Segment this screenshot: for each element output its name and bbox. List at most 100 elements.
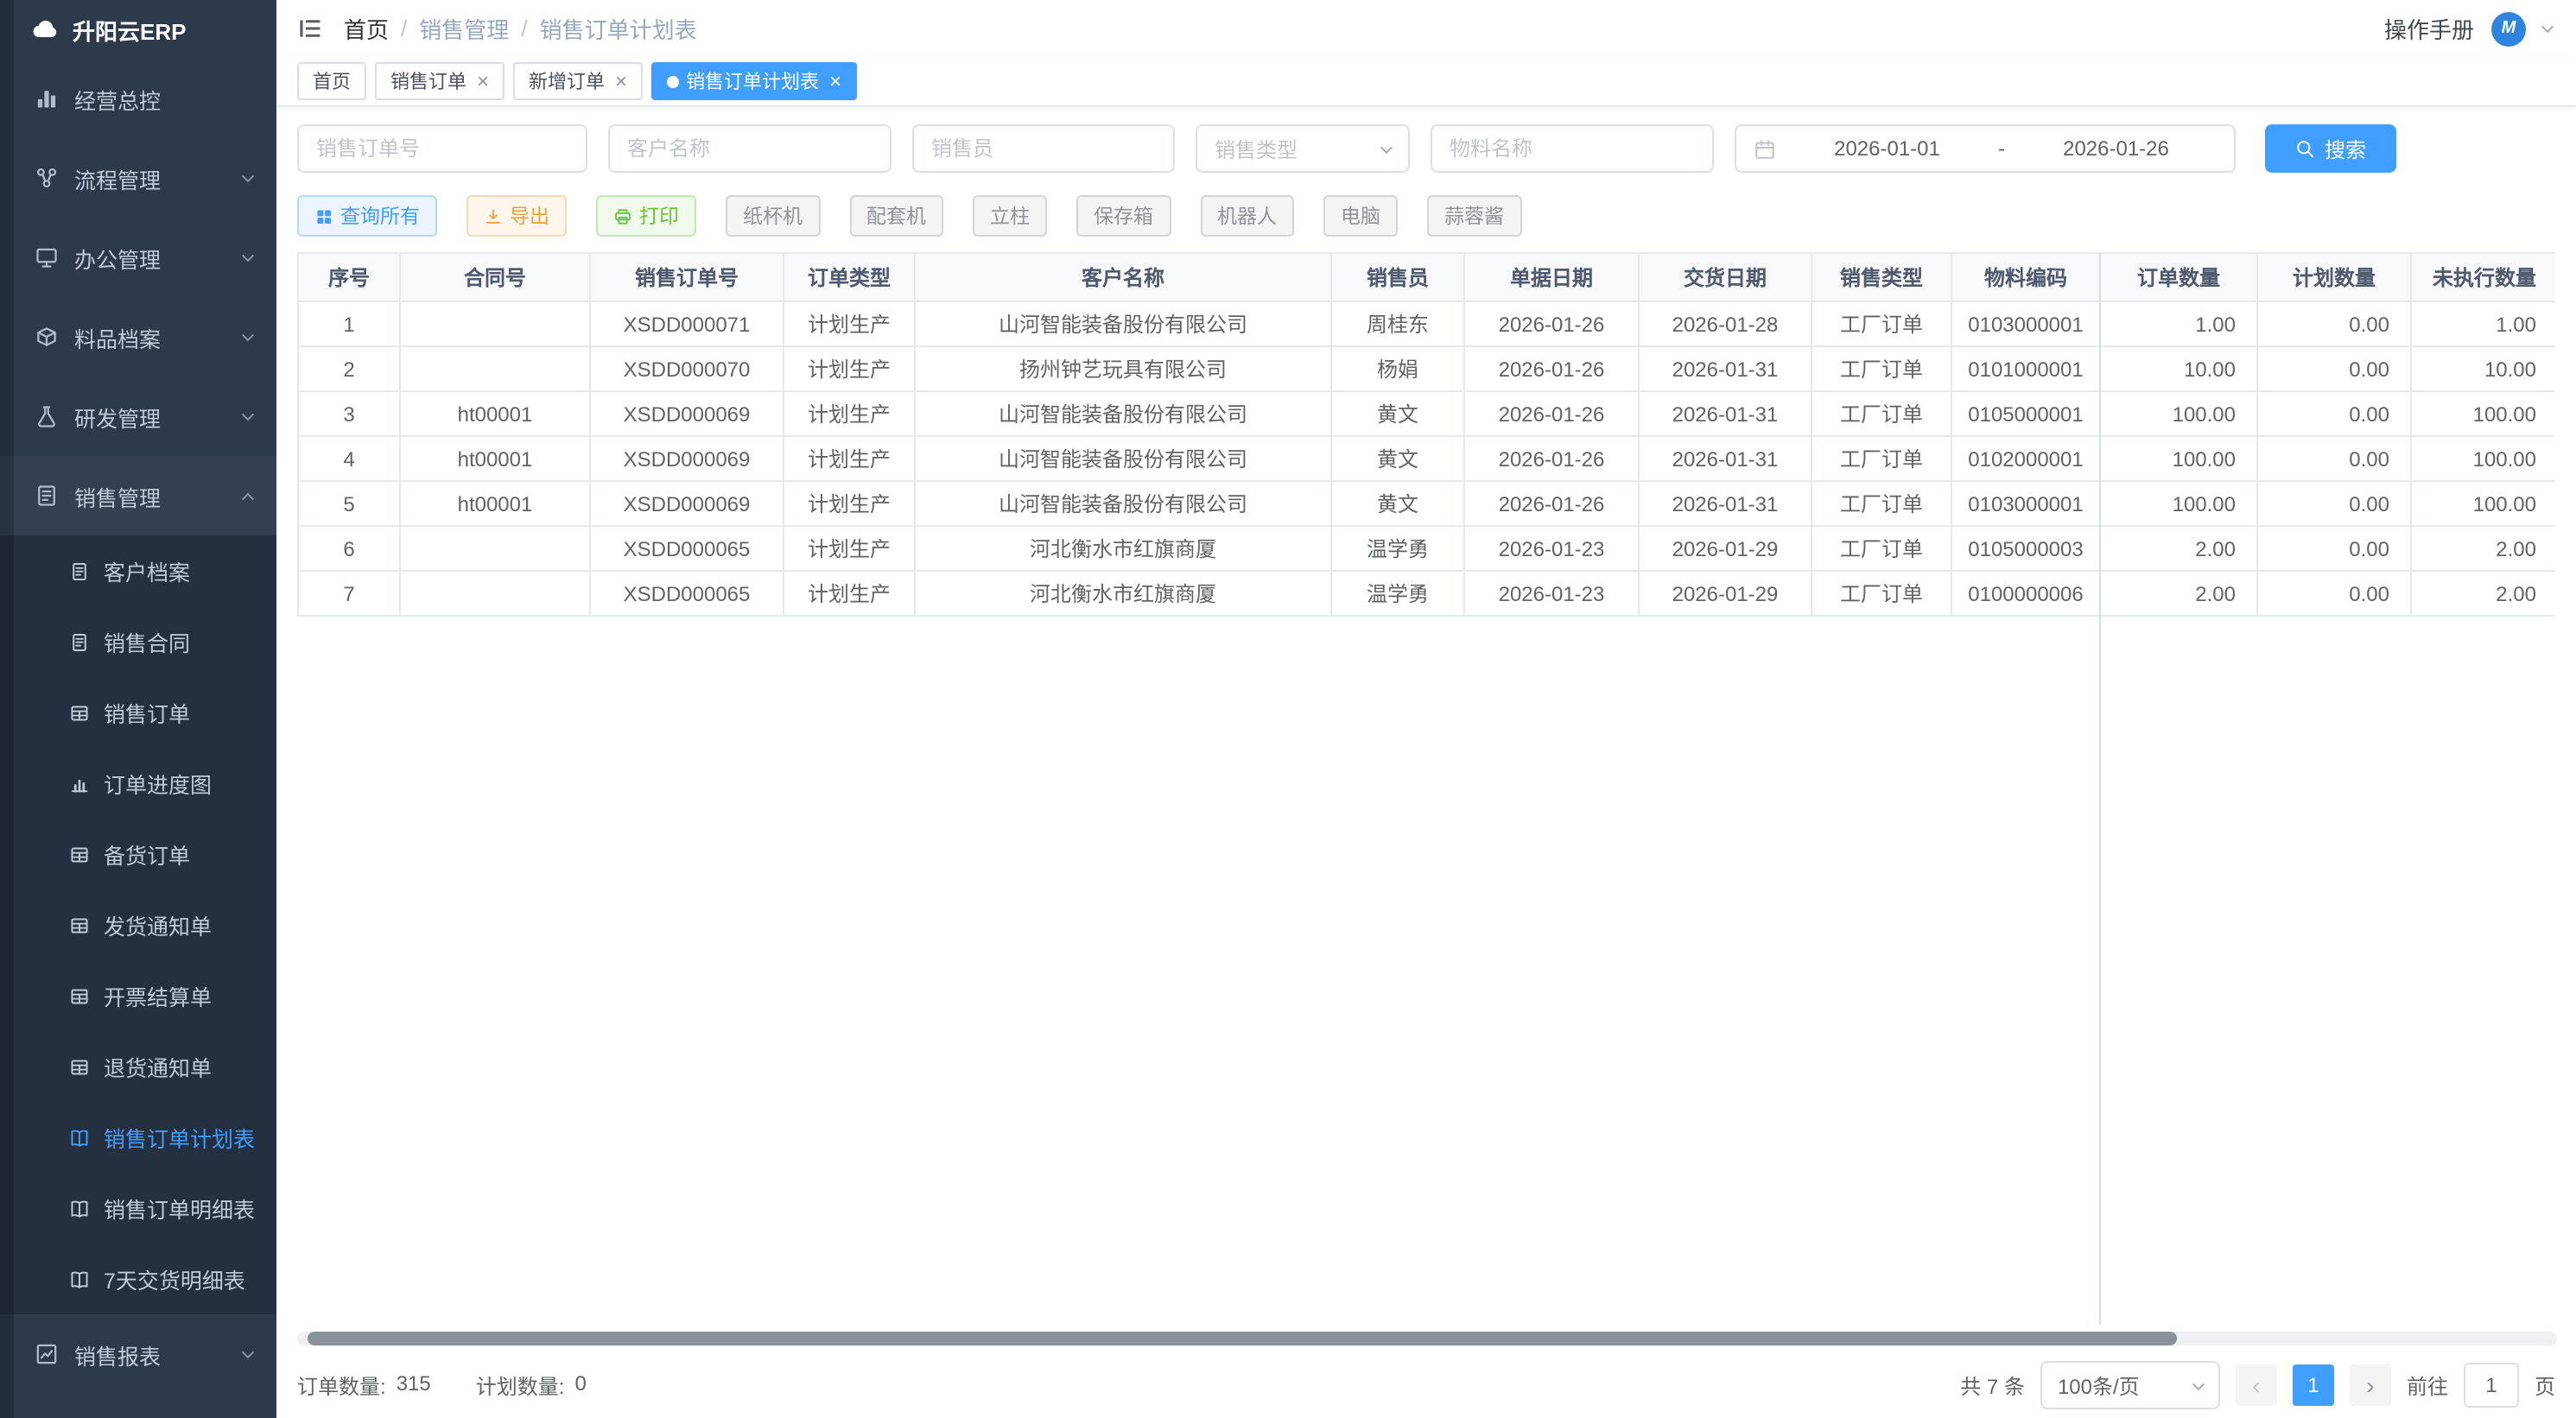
summary-label: 计划数量: <box>476 1371 565 1400</box>
erp-window: 升阳云ERP 经营总控流程管理办公管理料品档案研发管理销售管理客户档案销售合同销… <box>0 0 2576 1418</box>
sidebar-subitem-label: 销售合同 <box>104 625 190 658</box>
close-tab-icon[interactable]: × <box>477 71 489 92</box>
column-header-合同号[interactable]: 合同号 <box>400 253 590 301</box>
export-button[interactable]: 导出 <box>466 195 567 237</box>
manual-link[interactable]: 操作手册 <box>2384 12 2474 45</box>
column-header-订单类型[interactable]: 订单类型 <box>784 253 915 301</box>
search-button-label: 搜索 <box>2325 134 2366 163</box>
search-button[interactable]: 搜索 <box>2265 124 2396 173</box>
table-cell: 0103000001 <box>1951 301 2100 346</box>
breadcrumb-item[interactable]: 首页 <box>344 12 389 45</box>
sidebar-subitem-发货通知单[interactable]: 发货通知单 <box>0 889 276 960</box>
sidebar-subitem-7天交货明细表[interactable]: 7天交货明细表 <box>0 1244 276 1314</box>
close-tab-icon[interactable]: × <box>615 71 627 92</box>
table-cell: 计划生产 <box>784 526 915 571</box>
table-cell: 周桂东 <box>1331 301 1464 346</box>
column-header-订单数量[interactable]: 订单数量 <box>2100 253 2257 301</box>
column-header-销售员[interactable]: 销售员 <box>1331 253 1464 301</box>
prev-page-button[interactable]: ‹ <box>2236 1364 2277 1406</box>
quick-filter-电脑[interactable]: 电脑 <box>1323 195 1398 237</box>
quick-filter-蒜蓉酱[interactable]: 蒜蓉酱 <box>1427 195 1521 237</box>
sidebar-subitem-销售合同[interactable]: 销售合同 <box>0 606 276 677</box>
sidebar-subitem-订单进度图[interactable]: 订单进度图 <box>0 748 276 819</box>
column-header-物料编码[interactable]: 物料编码 <box>1951 253 2100 301</box>
sidebar-subitem-销售订单[interactable]: 销售订单 <box>0 677 276 748</box>
date-end[interactable]: 2026-01-26 <box>2015 136 2217 161</box>
sidebar-submenu: 客户档案销售合同销售订单订单进度图备货订单发货通知单开票结算单退货通知单销售订单… <box>0 535 276 1314</box>
sales-type-select[interactable]: 销售类型 <box>1196 124 1410 173</box>
table-cell: 2026-01-26 <box>1464 301 1639 346</box>
tab-销售订单计划表[interactable]: 销售订单计划表× <box>651 62 857 100</box>
date-range-picker[interactable]: 2026-01-01 - 2026-01-26 <box>1735 124 2236 173</box>
table-row[interactable]: 4ht00001XSDD000069计划生产山河智能装备股份有限公司黄文2026… <box>298 436 2555 481</box>
horizontal-scrollbar[interactable] <box>297 1332 2557 1345</box>
table-cell: 1.00 <box>2411 301 2555 346</box>
sidebar-subitem-销售订单明细表[interactable]: 销售订单明细表 <box>0 1173 276 1244</box>
customer-input[interactable] <box>608 124 891 173</box>
table-row[interactable]: 1XSDD000071计划生产山河智能装备股份有限公司周桂东2026-01-26… <box>298 301 2555 346</box>
chevron-down-icon <box>242 169 254 181</box>
print-button[interactable]: 打印 <box>596 195 696 237</box>
date-start[interactable]: 2026-01-01 <box>1786 136 1988 161</box>
column-header-销售订单号[interactable]: 销售订单号 <box>590 253 784 301</box>
table-row[interactable]: 5ht00001XSDD000069计划生产山河智能装备股份有限公司黄文2026… <box>298 481 2555 526</box>
next-page-button[interactable]: › <box>2350 1364 2391 1406</box>
column-header-未执行数量[interactable]: 未执行数量 <box>2411 253 2555 301</box>
column-header-单据日期[interactable]: 单据日期 <box>1464 253 1639 301</box>
sidebar-item-料品档案[interactable]: 料品档案 <box>0 297 276 377</box>
sidebar-subitem-备货订单[interactable]: 备货订单 <box>0 819 276 889</box>
chevron-down-icon[interactable] <box>2541 21 2554 33</box>
table-row[interactable]: 6XSDD000065计划生产河北衡水市红旗商厦温学勇2026-01-23202… <box>298 526 2555 571</box>
goto-page-input[interactable] <box>2464 1363 2519 1408</box>
sidebar-item-label: 流程管理 <box>74 161 161 194</box>
sidebar-item-流程管理[interactable]: 流程管理 <box>0 138 276 218</box>
sidebar-subitem-开票结算单[interactable]: 开票结算单 <box>0 960 276 1031</box>
table-cell: 工厂订单 <box>1811 436 1951 481</box>
close-tab-icon[interactable]: × <box>829 71 841 92</box>
order-no-input[interactable] <box>297 124 587 173</box>
table-cell: ht00001 <box>400 481 590 526</box>
tab-首页[interactable]: 首页 <box>297 62 366 100</box>
breadcrumb-item[interactable]: 销售订单计划表 <box>540 12 697 45</box>
sidebar-item-销售管理[interactable]: 销售管理 <box>0 456 276 535</box>
column-header-计划数量[interactable]: 计划数量 <box>2257 253 2411 301</box>
table-row[interactable]: 2XSDD000070计划生产扬州钟艺玩具有限公司杨娟2026-01-26202… <box>298 346 2555 391</box>
query-all-button[interactable]: 查询所有 <box>297 195 437 237</box>
table-cell: 10.00 <box>2100 346 2257 391</box>
quick-filter-立柱[interactable]: 立柱 <box>973 195 1047 237</box>
column-header-交货日期[interactable]: 交货日期 <box>1639 253 1811 301</box>
column-header-客户名称[interactable]: 客户名称 <box>915 253 1331 301</box>
scrollbar-thumb[interactable] <box>308 1332 2177 1345</box>
sidebar-item-销售报表[interactable]: 销售报表 <box>0 1314 276 1394</box>
table-row[interactable]: 7XSDD000065计划生产河北衡水市红旗商厦温学勇2026-01-23202… <box>298 571 2555 616</box>
avatar[interactable]: M <box>2491 11 2526 46</box>
tab-新增订单[interactable]: 新增订单 × <box>513 62 643 100</box>
salesman-input[interactable] <box>912 124 1175 173</box>
sidebar-subitem-客户档案[interactable]: 客户档案 <box>0 535 276 606</box>
tab-销售订单[interactable]: 销售订单× <box>375 62 504 100</box>
app-logo[interactable]: 升阳云ERP <box>0 0 276 59</box>
quick-filter-纸杯机[interactable]: 纸杯机 <box>726 195 820 237</box>
current-page[interactable]: 1 <box>2293 1364 2334 1406</box>
sidebar-item-经营总控[interactable]: 经营总控 <box>0 59 276 138</box>
sidebar-item-办公管理[interactable]: 办公管理 <box>0 218 276 297</box>
sidebar-subitem-退货通知单[interactable]: 退货通知单 <box>0 1031 276 1102</box>
column-header-序号[interactable]: 序号 <box>298 253 400 301</box>
quick-filter-配套机[interactable]: 配套机 <box>849 195 943 237</box>
table-cell: 2.00 <box>2100 526 2257 571</box>
table-cell: 2026-01-31 <box>1639 481 1811 526</box>
page-size-select[interactable]: 100条/页 <box>2040 1361 2220 1409</box>
table-row[interactable]: 3ht00001XSDD000069计划生产山河智能装备股份有限公司黄文2026… <box>298 391 2555 436</box>
column-header-销售类型[interactable]: 销售类型 <box>1811 253 1951 301</box>
material-input[interactable] <box>1431 124 1714 173</box>
tab-label: 新增订单 <box>529 67 605 95</box>
table-cell: XSDD000069 <box>590 436 784 481</box>
quick-filter-机器人[interactable]: 机器人 <box>1200 195 1294 237</box>
sidebar-item-研发管理[interactable]: 研发管理 <box>0 377 276 456</box>
quick-filter-保存箱[interactable]: 保存箱 <box>1076 195 1171 237</box>
breadcrumb-item[interactable]: 销售管理 <box>419 12 509 45</box>
sidebar-item-label: 研发管理 <box>74 400 161 433</box>
sidebar-subitem-销售订单计划表[interactable]: 销售订单计划表 <box>0 1102 276 1173</box>
collapse-sidebar-icon[interactable] <box>297 16 323 41</box>
goto-unit: 页 <box>2535 1371 2555 1400</box>
